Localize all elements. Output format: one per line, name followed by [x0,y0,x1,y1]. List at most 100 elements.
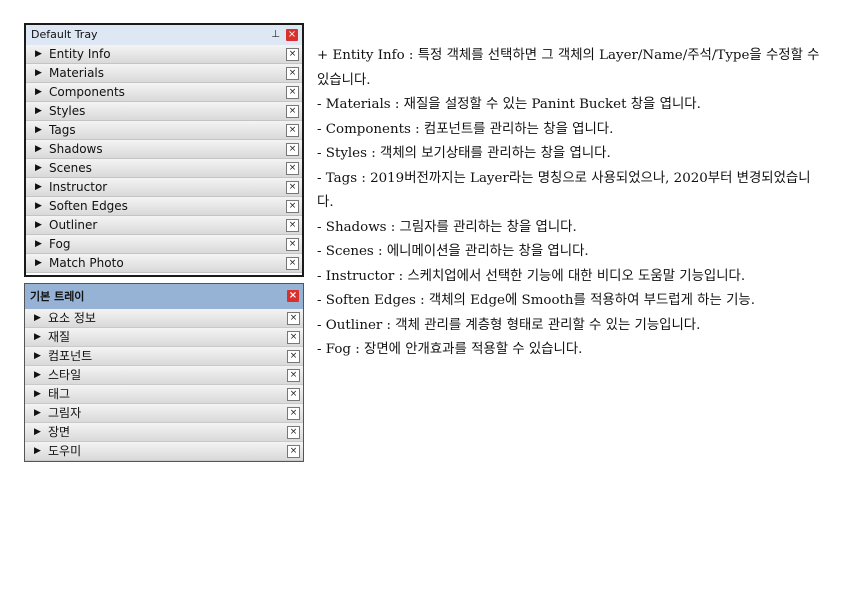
description-text: + Entity Info : 특정 객체를 선택하면 그 객체의 Layer/… [317,44,827,363]
description-line: - Outliner : 객체 관리를 계층형 형태로 관리할 수 있는 기능입… [317,317,701,333]
expand-arrow-icon[interactable]: ▶ [35,235,42,253]
panel-item-ko-7[interactable]: ▶ 도우미 × [25,442,303,461]
panel-label: 컴포넌트 [48,349,93,363]
panel-close-icon[interactable]: × [286,143,299,156]
panel-label: Shadows [49,142,103,156]
default-tray: Default Tray ⊥ × ▶ Entity Info × ▶ Materials… [24,23,304,277]
panel-label: Match Photo [49,256,124,270]
panel-label: 그림자 [48,406,82,420]
panel-label: Materials [49,66,105,80]
panel-item-ko-5[interactable]: ▶ 그림자 × [25,404,303,423]
panel-close-icon[interactable]: × [287,369,300,382]
expand-arrow-icon[interactable]: ▶ [34,442,41,460]
panel-label: Entity Info [49,47,111,61]
panel-label: 태그 [48,387,71,401]
panel-close-icon[interactable]: × [286,200,299,213]
panel-item-ko-3[interactable]: ▶ 스타일 × [25,366,303,385]
panel-item-ko-6[interactable]: ▶ 장면 × [25,423,303,442]
panel-close-icon[interactable]: × [286,238,299,251]
panel-item-11[interactable]: ▶ Match Photo × [26,254,302,273]
panel-label: Scenes [49,161,92,175]
panel-label: Outliner [49,218,98,232]
expand-arrow-icon[interactable]: ▶ [34,309,41,327]
expand-arrow-icon[interactable]: ▶ [34,385,41,403]
tray-title: Default Tray [31,28,98,41]
panel-close-icon[interactable]: × [286,181,299,194]
expand-arrow-icon[interactable]: ▶ [35,121,42,139]
panel-item-6[interactable]: ▶ Scenes × [26,159,302,178]
expand-arrow-icon[interactable]: ▶ [35,197,42,215]
panel-close-icon[interactable]: × [286,48,299,61]
panel-close-icon[interactable]: × [287,350,300,363]
panel-label: Fog [49,237,71,251]
panel-close-icon[interactable]: × [287,331,300,344]
expand-arrow-icon[interactable]: ▶ [35,216,42,234]
expand-arrow-icon[interactable]: ▶ [35,102,42,120]
panel-item-7[interactable]: ▶ Instructor × [26,178,302,197]
expand-arrow-icon[interactable]: ▶ [35,178,42,196]
panel-close-icon[interactable]: × [286,67,299,80]
description-line: - Components : 컴포넌트를 관리하는 창을 엽니다. [317,121,614,137]
panel-item-ko-2[interactable]: ▶ 컴포넌트 × [25,347,303,366]
panel-close-icon[interactable]: × [287,426,300,439]
panel-item-0[interactable]: ▶ Entity Info × [26,45,302,64]
panel-label: Soften Edges [49,199,128,213]
panel-item-9[interactable]: ▶ Outliner × [26,216,302,235]
panel-label: 재질 [48,330,71,344]
panel-label: 도우미 [48,444,82,458]
panel-item-ko-4[interactable]: ▶ 태그 × [25,385,303,404]
panel-item-5[interactable]: ▶ Shadows × [26,140,302,159]
panel-close-icon[interactable]: × [286,105,299,118]
description-line: - Scenes : 에니메이션을 관리하는 창을 엽니다. [317,244,589,259]
expand-arrow-icon[interactable]: ▶ [34,423,41,441]
expand-arrow-icon[interactable]: ▶ [34,347,41,365]
description-line: - Fog : 장면에 안개효과를 적용할 수 있습니다. [317,342,583,357]
panel-label: Tags [49,123,76,137]
description-line: + Entity Info : 특정 객체를 선택하면 그 객체의 Layer/… [317,48,820,88]
panel-item-3[interactable]: ▶ Styles × [26,102,302,121]
panel-label: Styles [49,104,86,118]
panel-item-10[interactable]: ▶ Fog × [26,235,302,254]
tray-titlebar-korean[interactable]: 기본 트레이 × [25,284,303,309]
panel-close-icon[interactable]: × [286,257,299,270]
panel-close-icon[interactable]: × [287,312,300,325]
description-line: - Soften Edges : 객체의 Edge에 Smooth를 적용하여 … [317,293,755,308]
panel-list-korean: ▶ 요소 정보 × ▶ 재질 × ▶ 컴포넌트 × ▶ 스타일 × ▶ 태그 × ▶ 그림자 × ▶ 장면 × ▶ 도우미 × [25,309,303,461]
description-line: - Styles : 객체의 보기상태를 관리하는 창을 엽니다. [317,146,611,161]
close-icon[interactable]: × [286,29,298,41]
panel-label: Instructor [49,180,108,194]
expand-arrow-icon[interactable]: ▶ [35,159,42,177]
panel-item-1[interactable]: ▶ Materials × [26,64,302,83]
panel-close-icon[interactable]: × [286,124,299,137]
panel-list: ▶ Entity Info × ▶ Materials × ▶ Components × ▶ Sty… [26,45,302,273]
expand-arrow-icon[interactable]: ▶ [34,328,41,346]
panel-label: 장면 [48,425,71,439]
expand-arrow-icon[interactable]: ▶ [35,254,42,272]
panel-close-icon[interactable]: × [287,388,300,401]
expand-arrow-icon[interactable]: ▶ [34,404,41,422]
description-line: - Shadows : 그림자를 관리하는 창을 엽니다. [317,219,577,235]
expand-arrow-icon[interactable]: ▶ [34,366,41,384]
expand-arrow-icon[interactable]: ▶ [35,64,42,82]
push-pin-icon[interactable]: ⊥ [271,25,280,45]
panel-label: 요소 정보 [48,311,96,325]
expand-arrow-icon[interactable]: ▶ [35,140,42,158]
panel-label: 스타일 [48,368,82,382]
tray-titlebar[interactable]: Default Tray ⊥ × [26,25,302,45]
panel-close-icon[interactable]: × [287,407,300,420]
panel-item-ko-0[interactable]: ▶ 요소 정보 × [25,309,303,328]
panel-label: Components [49,85,125,99]
description-line: - Instructor : 스케치업에서 선택한 기능에 대한 비디오 도움말… [317,268,746,284]
panel-close-icon[interactable]: × [286,219,299,232]
close-icon[interactable]: × [287,290,299,302]
panel-item-8[interactable]: ▶ Soften Edges × [26,197,302,216]
default-tray-korean: 기본 트레이 × ▶ 요소 정보 × ▶ 재질 × ▶ 컴포넌트 × ▶ 스타일 × ▶ 태그 × ▶ 그림자 ×… [24,283,304,462]
panel-close-icon[interactable]: × [287,445,300,458]
expand-arrow-icon[interactable]: ▶ [35,83,42,101]
panel-item-2[interactable]: ▶ Components × [26,83,302,102]
panel-item-4[interactable]: ▶ Tags × [26,121,302,140]
panel-item-ko-1[interactable]: ▶ 재질 × [25,328,303,347]
expand-arrow-icon[interactable]: ▶ [35,45,42,63]
panel-close-icon[interactable]: × [286,86,299,99]
panel-close-icon[interactable]: × [286,162,299,175]
